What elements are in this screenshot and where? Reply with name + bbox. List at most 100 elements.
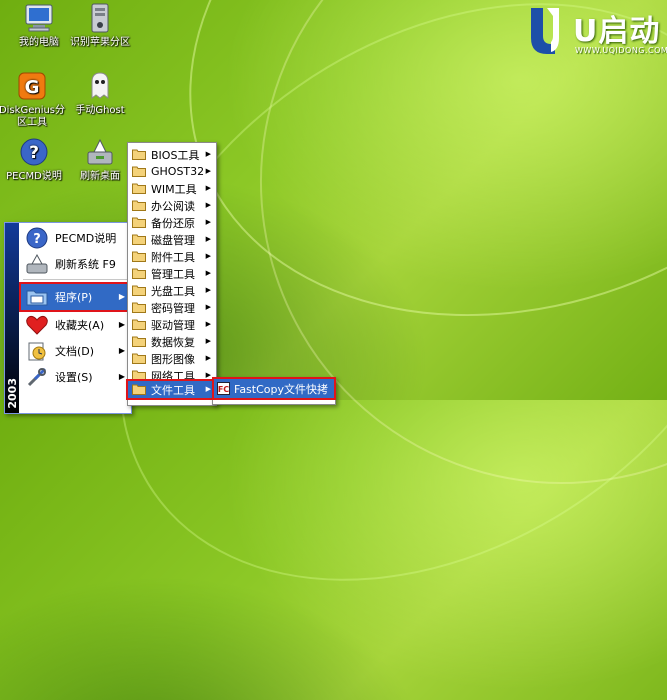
file-tools-item-fastcopy[interactable]: FC FastCopy文件快拷 [212, 377, 336, 400]
submenu-arrow-icon: ▶ [205, 167, 211, 175]
programs-item-label: BIOS工具 [151, 148, 200, 162]
programs-item-wim-tools[interactable]: WIM工具 ▶ [128, 180, 216, 197]
uqidong-logo: U启动 WWW.UQIDONG.COM [525, 6, 667, 62]
programs-item-disc-tools[interactable]: 光盘工具 ▶ [128, 282, 216, 299]
programs-item-file-tools[interactable]: 文件工具 ▶ [126, 379, 218, 400]
refresh-desktop-icon [87, 138, 113, 165]
fastcopy-icon: FC [217, 382, 230, 395]
disk-partition-icon [91, 3, 109, 33]
svg-text:?: ? [33, 232, 41, 247]
submenu-arrow-icon: ▶ [205, 320, 211, 328]
start-item-programs[interactable]: 程序(P) ▶ [19, 282, 131, 312]
desktop-icon-apple-partition[interactable]: 识别苹果分区 [61, 2, 139, 49]
programs-item-label: 数据恢复 [151, 335, 195, 349]
svg-text:G: G [25, 77, 40, 98]
desktop-icon-label: DiskGenius分区工具 [0, 105, 66, 128]
start-menu: 2003 ? PECMD说明 刷新系统 F9 程序(P) ▶ 收藏夹(A) ▶ [4, 222, 132, 414]
desktop-icon-label: 手动Ghost [75, 105, 125, 116]
ghost-icon [91, 72, 109, 99]
folder-icon [132, 336, 146, 347]
folder-icon [132, 166, 146, 177]
submenu-arrow-icon: ▶ [205, 337, 211, 345]
programs-item-office-reading[interactable]: 办公阅读 ▶ [128, 197, 216, 214]
start-item-label: 程序(P) [55, 291, 93, 304]
submenu-arrow-icon: ▶ [118, 346, 125, 355]
start-item-label: 设置(S) [55, 371, 93, 384]
svg-text:FC: FC [218, 385, 229, 394]
programs-item-label: 管理工具 [151, 267, 195, 281]
submenu-arrow-icon: ▶ [205, 303, 211, 311]
programs-item-label: 备份还原 [151, 216, 195, 230]
folder-icon [132, 384, 146, 395]
submenu-arrow-icon: ▶ [205, 218, 211, 226]
folder-icon [132, 285, 146, 296]
folder-icon [132, 149, 146, 160]
programs-item-graphics[interactable]: 图形图像 ▶ [128, 350, 216, 367]
folder-icon [132, 353, 146, 364]
submenu-arrow-icon: ▶ [205, 269, 211, 277]
submenu-arrow-icon: ▶ [205, 252, 211, 260]
folder-icon [132, 217, 146, 228]
programs-item-backup-restore[interactable]: 备份还原 ▶ [128, 214, 216, 231]
start-item-label: 收藏夹(A) [55, 319, 105, 332]
start-item-settings[interactable]: 设置(S) ▶ [21, 364, 129, 390]
submenu-arrow-icon: ▶ [118, 320, 125, 329]
desktop-icon-manual-ghost[interactable]: 手动Ghost [61, 70, 139, 117]
start-menu-separator [23, 279, 127, 280]
file-tools-item-label: FastCopy文件快拷 [234, 382, 329, 396]
programs-item-disk-management[interactable]: 磁盘管理 ▶ [128, 231, 216, 248]
documents-icon [28, 342, 46, 361]
folder-icon [132, 302, 146, 313]
start-item-favorites[interactable]: 收藏夹(A) ▶ [21, 312, 129, 338]
submenu-arrow-icon: ▶ [205, 354, 211, 362]
programs-item-label: GHOST32 [151, 165, 205, 178]
programs-item-label: 密码管理 [151, 301, 195, 315]
programs-item-label: 附件工具 [151, 250, 195, 264]
desktop-icon-label: 识别苹果分区 [70, 37, 130, 48]
folder-icon [132, 183, 146, 194]
svg-text:?: ? [29, 143, 39, 163]
start-item-refresh-system[interactable]: 刷新系统 F9 [21, 251, 129, 277]
submenu-arrow-icon: ▶ [205, 385, 211, 393]
folder-icon [132, 268, 146, 279]
submenu-arrow-icon: ▶ [205, 184, 211, 192]
folder-icon [132, 370, 146, 381]
start-item-documents[interactable]: 文档(D) ▶ [21, 338, 129, 364]
programs-submenu: BIOS工具 ▶ GHOST32 ▶ WIM工具 ▶ 办公阅读 ▶ 备份还原 ▶… [126, 142, 218, 406]
submenu-arrow-icon: ▶ [205, 201, 211, 209]
folder-icon [132, 251, 146, 262]
desktop-icon-diskgenius[interactable]: G DiskGenius分区工具 [0, 70, 68, 129]
folder-icon [132, 319, 146, 330]
start-item-pecmd-help[interactable]: ? PECMD说明 [21, 225, 129, 251]
submenu-arrow-icon: ▶ [118, 372, 125, 381]
programs-item-ghost32[interactable]: GHOST32 ▶ [128, 163, 216, 180]
programs-item-password-management[interactable]: 密码管理 ▶ [128, 299, 216, 316]
submenu-arrow-icon: ▶ [205, 371, 211, 379]
submenu-arrow-icon: ▶ [205, 150, 211, 158]
programs-item-label: 驱动管理 [151, 318, 195, 332]
start-menu-strip-text: 2003 [6, 378, 19, 409]
help-icon: ? [20, 138, 48, 166]
programs-item-label: 图形图像 [151, 352, 195, 366]
u-logo-icon [531, 8, 559, 54]
programs-item-label: 磁盘管理 [151, 233, 195, 247]
favorites-icon [26, 315, 48, 335]
folder-icon [132, 200, 146, 211]
programs-item-admin-tools[interactable]: 管理工具 ▶ [128, 265, 216, 282]
programs-item-accessory-tools[interactable]: 附件工具 ▶ [128, 248, 216, 265]
programs-item-label: WIM工具 [151, 182, 197, 196]
programs-item-label: 办公阅读 [151, 199, 195, 213]
folder-icon [132, 234, 146, 245]
programs-folder-icon [26, 290, 48, 306]
programs-item-bios-tools[interactable]: BIOS工具 ▶ [128, 146, 216, 163]
computer-icon [25, 4, 53, 32]
submenu-arrow-icon: ▶ [205, 235, 211, 243]
refresh-icon [26, 253, 48, 274]
help-icon: ? [26, 227, 48, 249]
submenu-arrow-icon: ▶ [205, 286, 211, 294]
programs-item-driver-management[interactable]: 驱动管理 ▶ [128, 316, 216, 333]
programs-item-label: 文件工具 [151, 383, 195, 397]
programs-item-data-recovery[interactable]: 数据恢复 ▶ [128, 333, 216, 350]
logo-text: U启动 [573, 14, 661, 49]
start-menu-strip: 2003 [5, 223, 19, 413]
